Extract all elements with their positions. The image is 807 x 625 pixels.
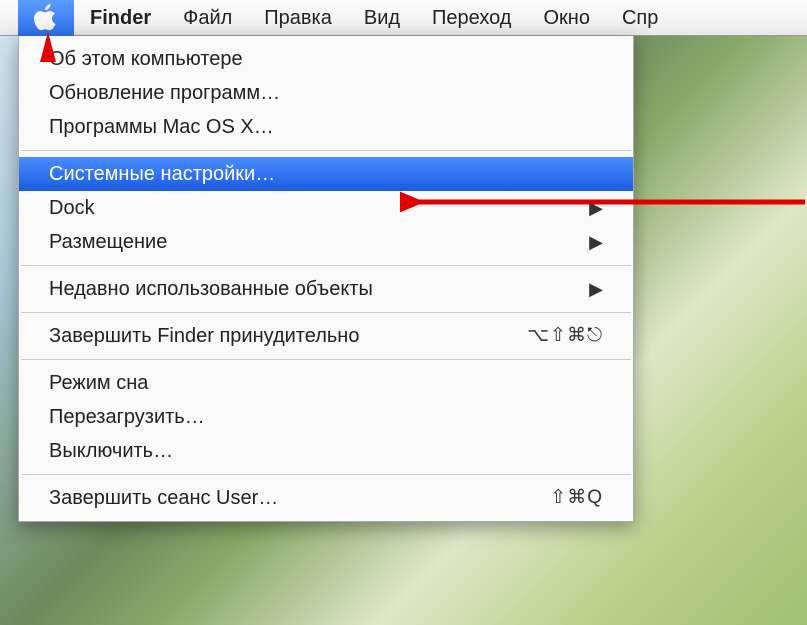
menubar-item-window[interactable]: Окно [527,0,605,36]
menu-item-label: Dock [49,191,95,225]
menu-item-label: Программы Mac OS X… [49,110,274,144]
menu-item-about[interactable]: Об этом компьютере [19,42,633,76]
menu-item-sleep[interactable]: Режим сна [19,366,633,400]
menu-item-label: Завершить сеанс User… [49,481,278,515]
menu-item-shutdown[interactable]: Выключить… [19,434,633,468]
menu-item-location[interactable]: Размещение ▶ [19,225,633,259]
menu-item-label: Выключить… [49,434,173,468]
menu-item-force-quit[interactable]: Завершить Finder принудительно ⌥⇧⌘⎋ [19,319,633,353]
menu-item-dock[interactable]: Dock ▶ [19,191,633,225]
menubar-item-view[interactable]: Вид [348,0,416,36]
menubar-item-go[interactable]: Переход [416,0,527,36]
menu-item-restart[interactable]: Перезагрузить… [19,400,633,434]
menu-separator [21,150,631,151]
menu-item-label: Обновление программ… [49,76,280,110]
chevron-right-icon: ▶ [589,272,603,306]
menu-item-label: Системные настройки… [49,157,275,191]
menubar-item-help[interactable]: Спр [606,0,674,36]
menu-item-label: Режим сна [49,366,148,400]
menubar-item-file[interactable]: Файл [167,0,248,36]
menu-item-system-preferences[interactable]: Системные настройки… [19,157,633,191]
menubar: Finder Файл Правка Вид Переход Окно Спр [0,0,807,36]
chevron-right-icon: ▶ [589,191,603,225]
menubar-app-name[interactable]: Finder [74,0,167,36]
menu-item-recent-items[interactable]: Недавно использованные объекты ▶ [19,272,633,306]
menu-item-label: Недавно использованные объекты [49,272,373,306]
menu-separator [21,359,631,360]
menu-item-label: Перезагрузить… [49,400,205,434]
keyboard-shortcut: ⇧⌘Q [550,481,603,515]
menu-item-software-update[interactable]: Обновление программ… [19,76,633,110]
chevron-right-icon: ▶ [589,225,603,259]
apple-menu-button[interactable] [18,0,74,36]
menu-item-label: Завершить Finder принудительно [49,319,359,353]
apple-menu-dropdown: Об этом компьютере Обновление программ… … [18,36,634,522]
apple-icon [33,4,59,32]
menu-separator [21,474,631,475]
menu-item-label: Размещение [49,225,167,259]
menu-separator [21,265,631,266]
menubar-item-edit[interactable]: Правка [248,0,348,36]
menu-item-label: Об этом компьютере [49,42,243,76]
keyboard-shortcut: ⌥⇧⌘⎋ [527,319,603,353]
menu-item-mac-os-programs[interactable]: Программы Mac OS X… [19,110,633,144]
menu-item-logout[interactable]: Завершить сеанс User… ⇧⌘Q [19,481,633,515]
menu-separator [21,312,631,313]
